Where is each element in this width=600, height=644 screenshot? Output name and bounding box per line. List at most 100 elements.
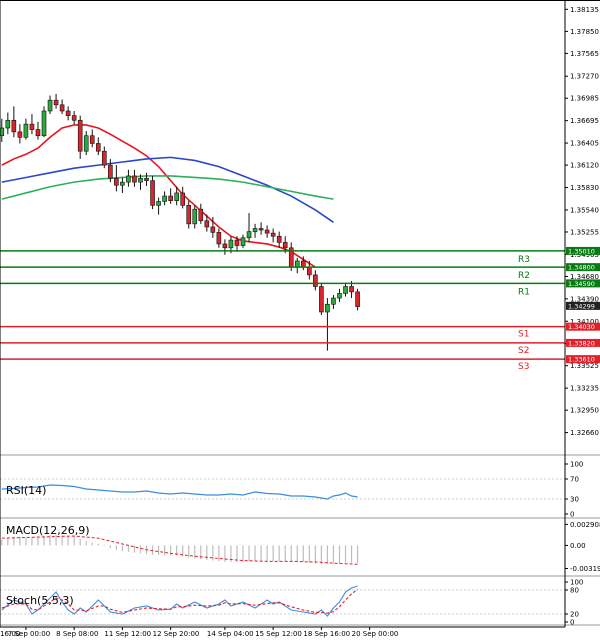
moving-average-line (1, 124, 316, 268)
candle-body (355, 291, 360, 307)
candle (17, 124, 23, 144)
osc-tick-label: 20 (570, 611, 579, 619)
candle (114, 165, 119, 192)
candle-body (246, 231, 252, 239)
level-badge-value: 1.34590 (568, 280, 595, 288)
candle-body (114, 177, 119, 186)
candle-body (138, 177, 143, 183)
candle (150, 175, 155, 210)
candle-body (23, 123, 29, 138)
rsi-title: RSI(14) (6, 484, 46, 497)
candle-body (258, 228, 264, 231)
candle-body (337, 293, 342, 299)
x-tick-label: 15 Sep 12:00 (255, 630, 302, 638)
candle (355, 288, 360, 311)
candle-body (174, 192, 179, 201)
price-tick-label: 1.38135 (570, 6, 599, 14)
candle (222, 239, 228, 255)
candle-body (47, 99, 53, 112)
candle (276, 231, 282, 248)
rsi-panel: 100 70 30 0 RSI(14) (0, 461, 583, 519)
candle-body (0, 127, 5, 137)
candle-body (216, 232, 222, 245)
candle-body (17, 131, 23, 138)
x-tick-label: 18 Sep 16:00 (303, 630, 350, 638)
macd-panel: 0.002908 0.00 -0.003191 MACD(12,26,9) (1, 521, 600, 573)
candle-body (144, 177, 149, 181)
level-badge-value: 1.34030 (568, 323, 595, 331)
chart-canvas: 1.38135 1.37850 1.37565 1.37270 1.36985 1.366… (0, 0, 600, 638)
osc-tick-label: 0.00 (570, 542, 586, 550)
level-badge-value: 1.34800 (568, 264, 595, 272)
candle-body (325, 303, 330, 313)
candle (35, 121, 41, 140)
candle-body (313, 274, 318, 287)
candle-body (126, 175, 131, 183)
candle-body (264, 229, 270, 234)
candle-body (210, 226, 216, 233)
level-label-s2: S2 (518, 346, 529, 356)
level-label-r2: R2 (518, 271, 530, 281)
candle-body (343, 286, 348, 294)
candle-body (282, 242, 288, 249)
stoch-title: Stoch(5,5,3) (6, 594, 74, 607)
candle (89, 129, 95, 148)
level-badge-value: 1.35010 (568, 247, 595, 255)
current-price-value: 1.34299 (568, 302, 595, 310)
candle-body (162, 195, 167, 202)
candle (126, 169, 131, 187)
candle (120, 177, 125, 193)
candle (41, 106, 47, 138)
osc-tick-label: 100 (570, 579, 583, 587)
candle-body (276, 235, 282, 243)
osc-tick-label: 100 (570, 461, 583, 469)
candle-body (252, 228, 258, 232)
price-tick-label: 1.36695 (570, 117, 599, 125)
candle-body (192, 208, 198, 225)
x-tick-label: 20 Sep 00:00 (352, 630, 399, 638)
candle-body (180, 192, 185, 206)
candle-body (41, 110, 47, 137)
candle-body (89, 135, 95, 144)
candle-body (29, 123, 35, 130)
price-tick-label: 1.35830 (570, 184, 599, 192)
candle-body (319, 286, 324, 313)
price-tick-label: 1.32660 (570, 429, 599, 437)
x-axis: 6 Sep 16:007 Sep 00:008 Sep 08:0011 Sep … (0, 626, 565, 638)
candle (102, 146, 107, 169)
macd-title: MACD(12,26,9) (6, 524, 90, 537)
candle-body (35, 129, 41, 137)
candle (5, 112, 11, 135)
candle (246, 213, 252, 243)
candle (216, 228, 222, 248)
osc-tick-label: 0 (570, 511, 574, 519)
candle (59, 99, 65, 115)
x-tick-label: 8 Sep 08:00 (56, 630, 98, 638)
candle-body (59, 104, 65, 112)
candle-body (108, 164, 113, 179)
moving-average-line (1, 175, 334, 200)
x-tick-label: 12 Sep 20:00 (153, 630, 200, 638)
price-tick-label: 1.33235 (570, 385, 599, 393)
candle (168, 188, 173, 204)
candle-body (349, 286, 354, 293)
candle-body (120, 181, 125, 186)
candle-body (150, 180, 155, 206)
candle (252, 223, 258, 238)
candle (53, 93, 59, 109)
candle-body (53, 99, 59, 106)
candle (343, 282, 348, 297)
price-tick-label: 1.32950 (570, 407, 599, 415)
candle-body (156, 201, 161, 206)
candle-body (222, 243, 228, 249)
level-badge-value: 1.33610 (568, 356, 595, 364)
candle-body (186, 205, 192, 225)
level-label-r1: R1 (518, 287, 530, 297)
price-tick-label: 1.35255 (570, 228, 599, 236)
candle (294, 257, 300, 274)
rsi-line (1, 484, 358, 500)
candle-body (234, 239, 240, 246)
price-tick-label: 1.36120 (570, 162, 599, 170)
candle (270, 228, 276, 243)
candle (313, 270, 318, 291)
